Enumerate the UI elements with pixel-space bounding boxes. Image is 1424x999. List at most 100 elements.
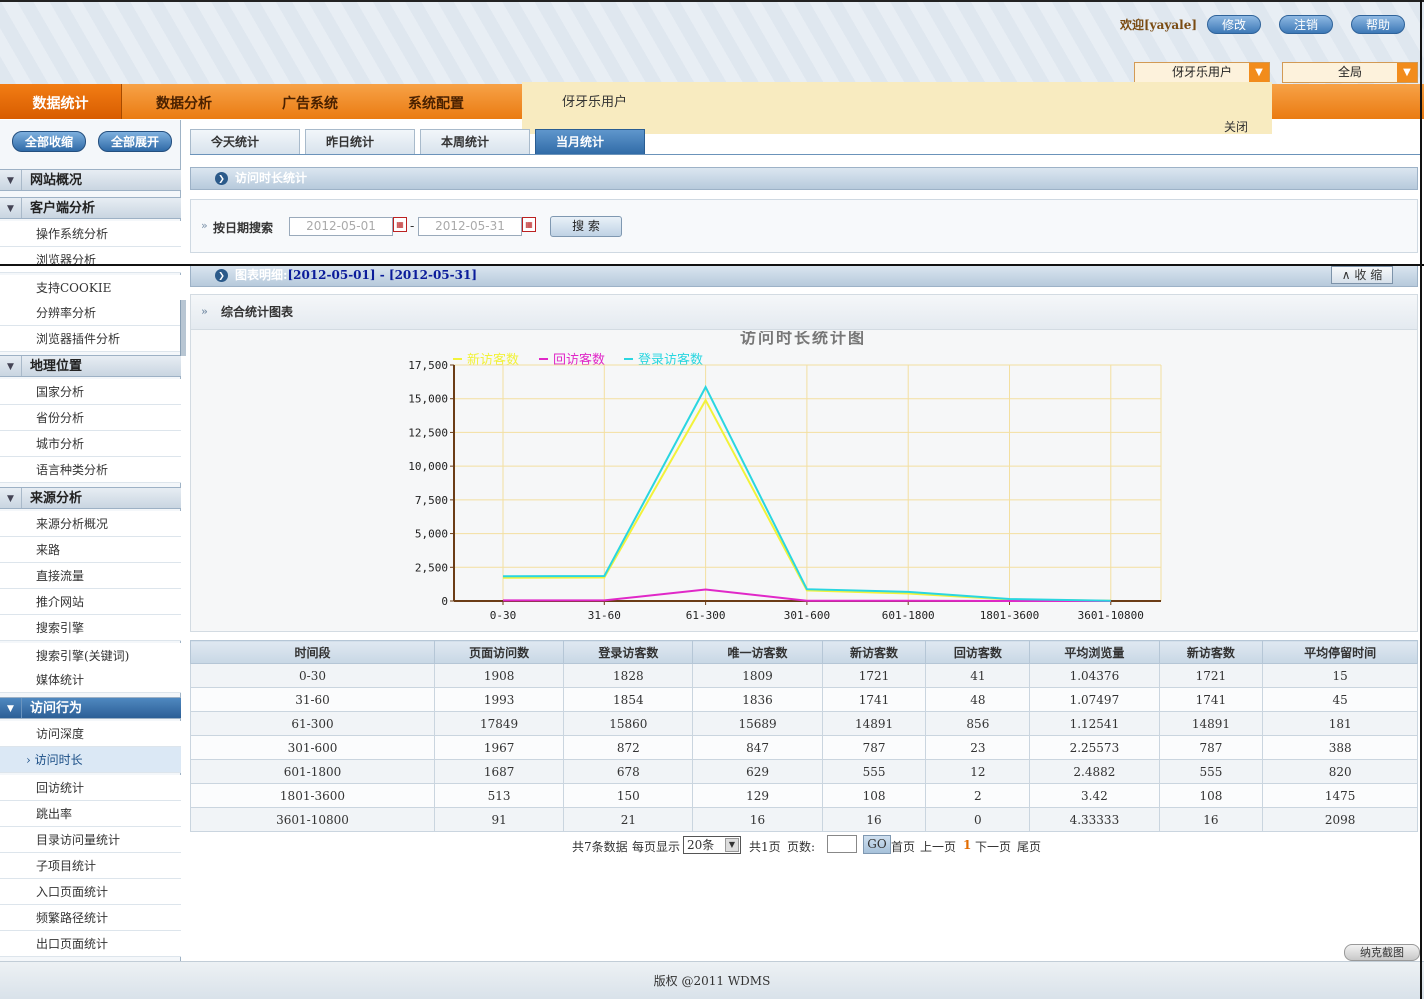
next-page-link[interactable]: 下一页	[975, 838, 1011, 855]
table-cell: 629	[692, 759, 823, 784]
scope-select[interactable]: 全局 ▼	[1282, 62, 1418, 83]
sidebar-group-source[interactable]: ▼ 来源分析	[0, 487, 181, 509]
table-cell: 1.04376	[1029, 663, 1160, 688]
chevron-down-icon: ▼	[1249, 63, 1269, 82]
date-to-input[interactable]: 2012-05-31	[418, 217, 522, 236]
stats-table: 时间段 页面访问数 登录访客数 唯一访客数 新访客数 回访客数 平均浏览量 新访客数 平均停留时…	[190, 640, 1418, 832]
chevron-down-icon: ▼	[1397, 63, 1417, 82]
top-header: 欢迎[yayale] 修改 注销 帮助 伢牙乐用户 ▼ 全局 ▼	[0, 0, 1424, 84]
table-cell: 41	[925, 663, 1031, 688]
sidebar-item-bounce[interactable]: 跳出率	[0, 801, 181, 827]
calendar-icon[interactable]: ▦	[393, 217, 407, 232]
sidebar-item-province[interactable]: 省份分析	[0, 405, 181, 431]
sidebar-item-depth[interactable]: 访问深度	[0, 721, 181, 747]
triangle-down-icon: ▼	[0, 488, 22, 508]
sidebar-item-label: 访问时长	[34, 753, 83, 767]
chevron-right-icon: ›	[26, 753, 31, 767]
tab-this-month[interactable]: 当月统计	[535, 129, 645, 155]
sidebar-item-city[interactable]: 城市分析	[0, 431, 181, 457]
table-cell: 1.12541	[1029, 711, 1160, 736]
triangle-down-icon: ▼	[0, 170, 22, 190]
sidebar-group-site[interactable]: ▼ 网站概况	[0, 169, 181, 191]
table-cell: 555	[821, 759, 927, 784]
sidebar-item-search-engine[interactable]: 搜索引擎	[0, 615, 181, 641]
table-header-cell: 页面访问数	[433, 640, 565, 664]
snip-button[interactable]: 纳克截图	[1344, 944, 1420, 961]
nav-ad-system[interactable]: 广告系统	[282, 84, 338, 119]
sidebar-group-behavior[interactable]: ▼ 访问行为	[0, 697, 181, 719]
table-row: 601-1800 1687 678 629 555 12 2.4882 555 820	[190, 759, 1418, 784]
sidebar-item-entry-page[interactable]: 入口页面统计	[0, 879, 181, 905]
calendar-icon[interactable]: ▦	[522, 217, 536, 232]
first-page-link[interactable]: 首页	[891, 838, 915, 855]
sidebar-group-client[interactable]: ▼ 客户端分析	[0, 197, 181, 219]
per-page-select[interactable]: 20条 ▼	[683, 836, 741, 854]
sidebar-item-country[interactable]: 国家分析	[0, 379, 181, 405]
table-cell: 601-1800	[190, 759, 435, 784]
sidebar-item-revisit[interactable]: 回访统计	[0, 775, 181, 801]
date-separator: -	[410, 219, 415, 233]
chevron-right-circle-icon: ❯	[215, 172, 228, 185]
tab-today[interactable]: 今天统计	[190, 129, 300, 155]
sidebar-item-browser[interactable]: 浏览器分析	[0, 247, 181, 273]
table-cell: 2.25573	[1029, 735, 1160, 760]
sidebar-item-plugins[interactable]: 浏览器插件分析	[0, 326, 181, 352]
sidebar-group-label: 来源分析	[30, 491, 83, 506]
table-header-cell: 平均停留时间	[1262, 640, 1418, 664]
sidebar: 全部收缩 全部展开 ▼ 网站概况 ▼ 客户端分析 操作系统分析 浏览器分析 支持…	[0, 120, 181, 961]
page-number-input[interactable]	[827, 835, 857, 853]
sidebar-item-exit-page[interactable]: 出口页面统计	[0, 931, 181, 957]
table-cell: 17849	[433, 711, 565, 736]
nav-data-stats[interactable]: 数据统计	[0, 84, 122, 119]
nav-data-analysis[interactable]: 数据分析	[156, 84, 212, 119]
popup-option[interactable]: 伢牙乐用户	[562, 91, 627, 110]
prev-page-link[interactable]: 上一页	[920, 838, 956, 855]
legend-label: 新访客数	[467, 352, 519, 368]
current-page: 1	[963, 838, 972, 852]
y-tick-label: 10,000	[408, 460, 448, 473]
nav-system-config[interactable]: 系统配置	[408, 84, 464, 119]
sidebar-item-duration[interactable]: › 访问时长	[0, 747, 181, 773]
date-from-input[interactable]: 2012-05-01	[289, 217, 393, 236]
sidebar-item-referral-sites[interactable]: 推介网站	[0, 589, 181, 615]
table-cell: 16	[692, 807, 823, 832]
sidebar-item-os[interactable]: 操作系统分析	[0, 221, 181, 247]
table-cell: 1854	[563, 687, 694, 712]
table-header-cell: 登录访客数	[563, 640, 694, 664]
y-tick-label: 7,500	[415, 494, 448, 507]
sidebar-item-referrer[interactable]: 来路	[0, 537, 181, 563]
logout-button[interactable]: 注销	[1279, 15, 1333, 34]
sidebar-item-direct[interactable]: 直接流量	[0, 563, 181, 589]
tab-yesterday[interactable]: 昨日统计	[305, 129, 415, 155]
sidebar-item-subproject[interactable]: 子项目统计	[0, 853, 181, 879]
table-cell: 31-60	[190, 687, 435, 712]
pager-per-page-label: 每页显示	[632, 840, 681, 854]
expand-all-button[interactable]: 全部展开	[98, 131, 172, 152]
tab-this-week[interactable]: 本周统计	[420, 129, 530, 155]
table-cell: 21	[563, 807, 694, 832]
table-cell: 1741	[1158, 687, 1264, 712]
table-cell: 45	[1262, 687, 1418, 712]
sidebar-item-search-keywords[interactable]: 搜索引擎(关键词)	[0, 643, 181, 669]
table-cell: 14891	[821, 711, 927, 736]
help-button[interactable]: 帮助	[1351, 15, 1405, 34]
sidebar-group-label: 客户端分析	[30, 201, 96, 216]
sidebar-item-cookie[interactable]: 支持COOKIE	[0, 275, 181, 301]
sidebar-item-directory[interactable]: 目录访问量统计	[0, 827, 181, 853]
sidebar-item-resolution[interactable]: 分辨率分析	[0, 300, 181, 326]
edit-button[interactable]: 修改	[1207, 15, 1261, 34]
detail-label: 图表明细:	[235, 268, 288, 282]
table-header-cell: 时间段	[190, 640, 435, 664]
sidebar-group-geo[interactable]: ▼ 地理位置	[0, 355, 181, 377]
sidebar-item-language[interactable]: 语言种类分析	[0, 457, 181, 483]
last-page-link[interactable]: 尾页	[1017, 838, 1041, 855]
go-button[interactable]: GO	[863, 835, 891, 854]
user-select[interactable]: 伢牙乐用户 ▼	[1134, 62, 1270, 83]
sidebar-item-media[interactable]: 媒体统计	[0, 667, 181, 693]
collapse-button[interactable]: ∧ 收 缩	[1331, 266, 1393, 284]
sidebar-item-source-overview[interactable]: 来源分析概况	[0, 511, 181, 537]
sidebar-item-frequent-path[interactable]: 频繁路径统计	[0, 905, 181, 931]
collapse-all-button[interactable]: 全部收缩	[12, 131, 86, 152]
x-tick-label: 3601-10800	[1078, 609, 1144, 622]
search-button[interactable]: 搜 索	[550, 216, 622, 237]
